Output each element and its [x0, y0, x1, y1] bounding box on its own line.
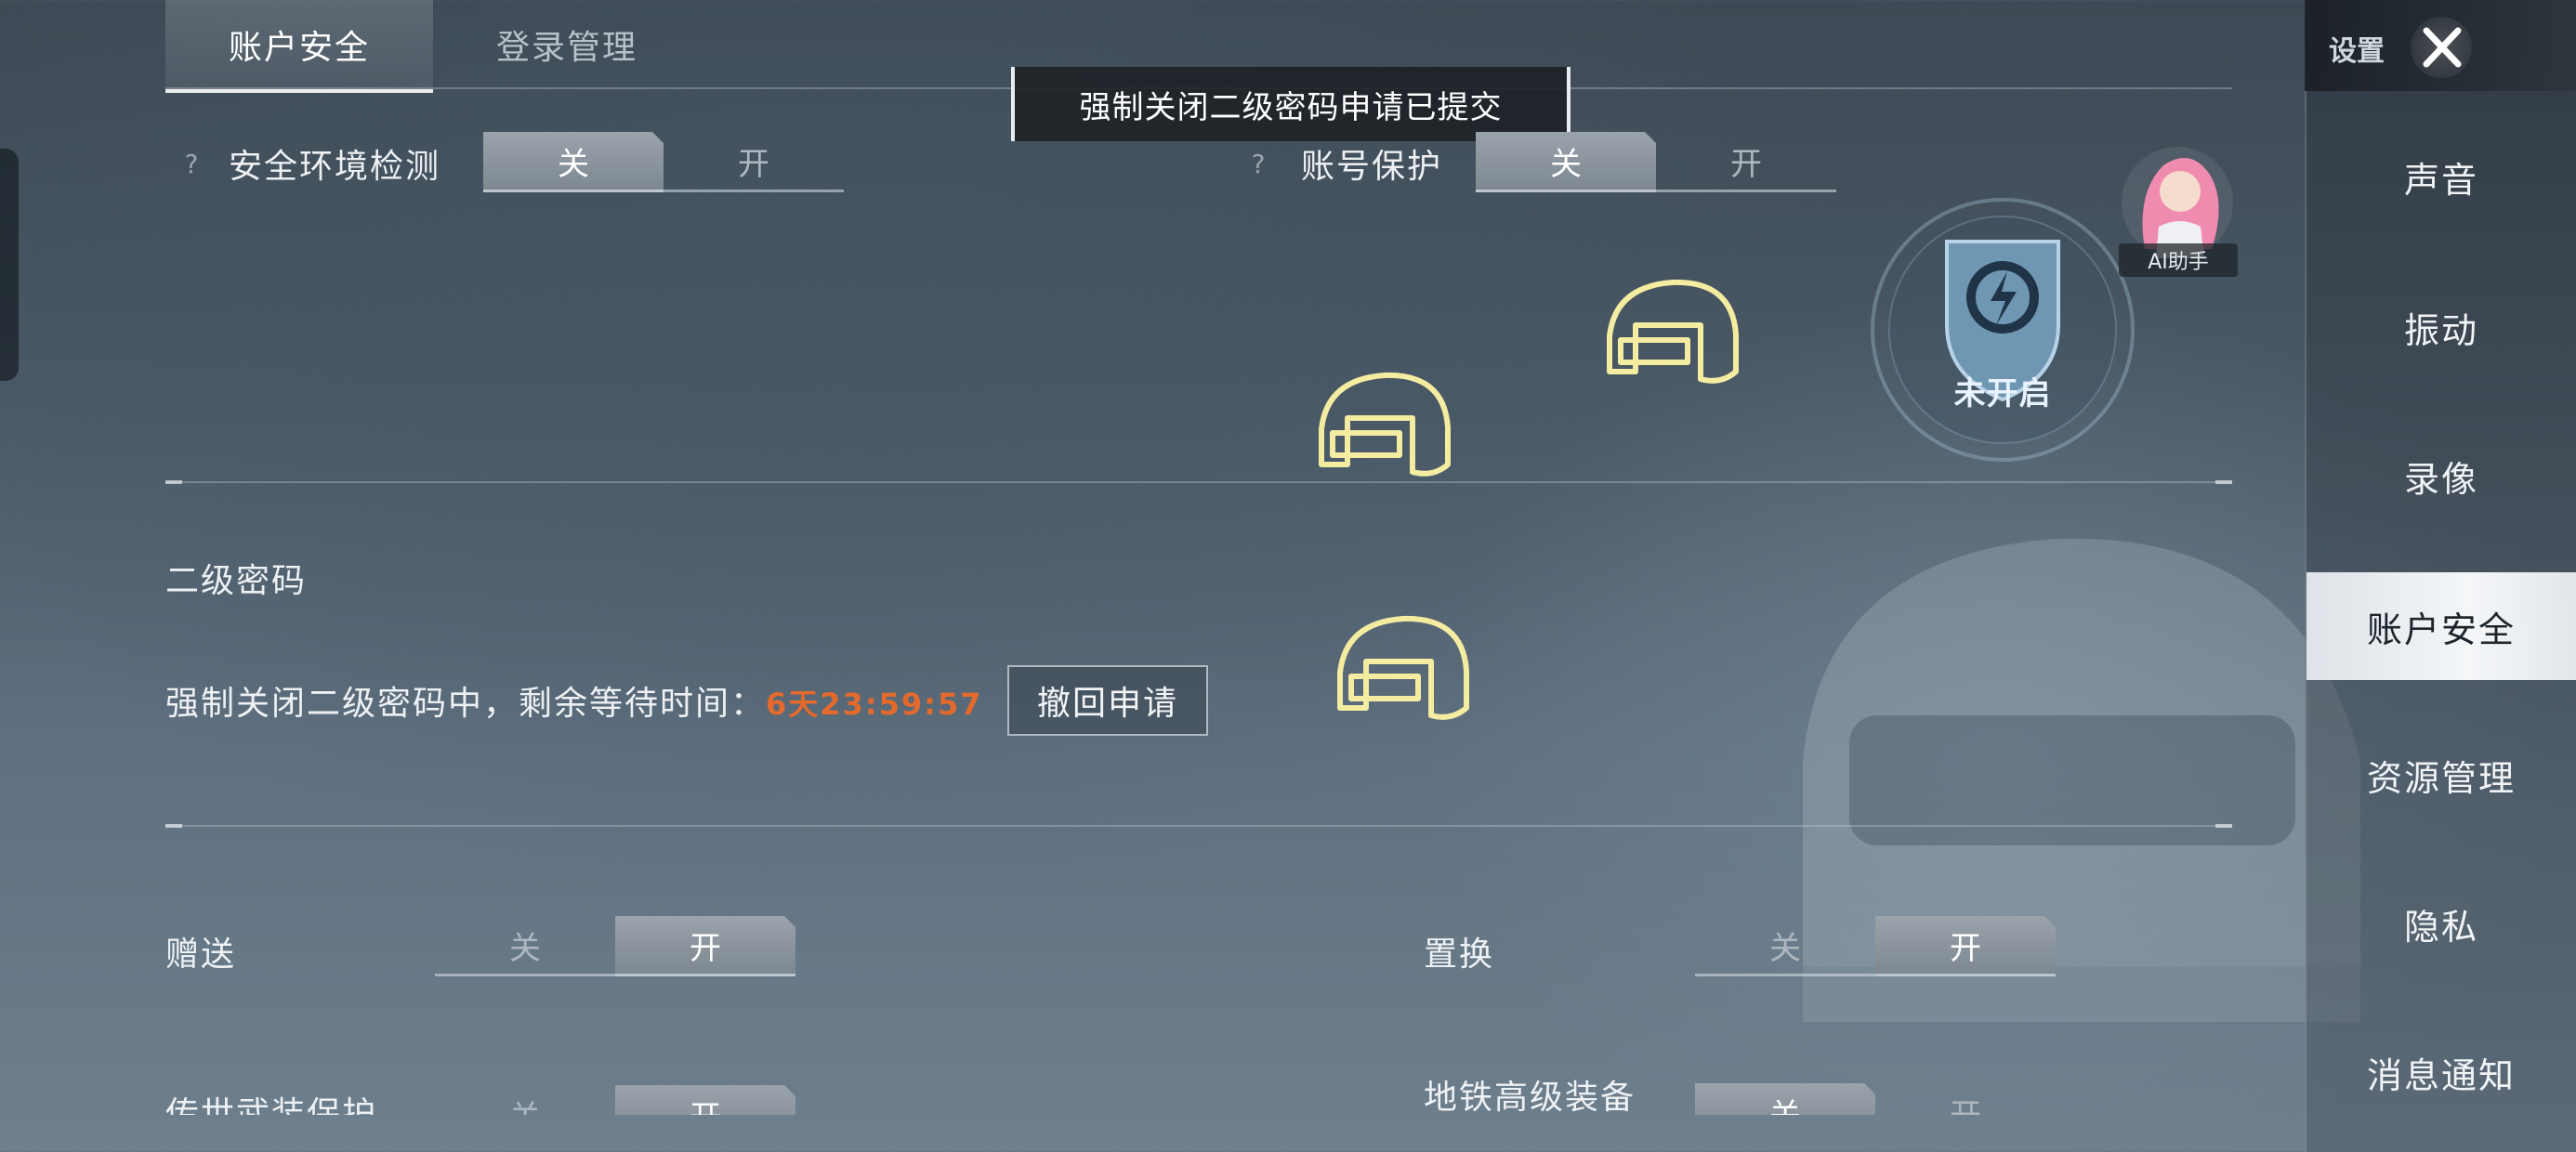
section-divider	[165, 824, 2232, 828]
helmet-icon	[1319, 372, 1451, 477]
toast-message: 强制关闭二级密码申请已提交	[1011, 67, 1571, 141]
toggle-on-option[interactable]: 开	[615, 916, 795, 976]
account-protect-label: 账号保护	[1301, 148, 1443, 186]
help-icon[interactable]: ?	[1240, 145, 1277, 182]
replace-toggle[interactable]: 关 开	[1695, 916, 2056, 977]
toggle-on-option[interactable]: 开	[1875, 1083, 2056, 1116]
sidebar-item-sound[interactable]: 声音	[2307, 123, 2576, 230]
replace-label: 置换	[1424, 936, 1495, 974]
toggle-on-option[interactable]: 开	[1656, 132, 1836, 192]
screen-notch	[0, 149, 19, 381]
sidebar-item-recording[interactable]: 录像	[2307, 422, 2576, 530]
tab-login-management[interactable]: 登录管理	[433, 0, 701, 89]
toggle-off-option[interactable]: 关	[1695, 1083, 1875, 1115]
toggle-on-option[interactable]: 开	[1875, 916, 2056, 976]
toggle-off-option[interactable]: 关	[1476, 132, 1656, 192]
toggle-off-option[interactable]: 关	[435, 1085, 615, 1116]
toggle-on-option[interactable]: 开	[615, 1085, 795, 1115]
sidebar-item-account-security[interactable]: 账户安全	[2307, 572, 2576, 680]
account-protect-toggle[interactable]: 关 开	[1476, 132, 1836, 193]
sidebar-item-resource-management[interactable]: 资源管理	[2307, 721, 2576, 829]
bottom-row-clip: 传世武装保护 关 开 关 开	[0, 1059, 2305, 1115]
sidebar-item-vibration[interactable]: 振动	[2307, 273, 2576, 381]
section-divider	[165, 480, 2232, 484]
tab-account-security[interactable]: 账户安全	[165, 0, 433, 93]
toggle-on-option[interactable]: 开	[664, 132, 844, 192]
countdown-timer: 6天23:59:57	[766, 687, 983, 722]
security-env-label: 安全环境检测	[229, 148, 441, 186]
close-button[interactable]	[2411, 17, 2472, 78]
toggle-off-option[interactable]: 关	[435, 916, 615, 976]
toggle-off-option[interactable]: 关	[1695, 916, 1875, 976]
secondary-password-status: 强制关闭二级密码中，剩余等待时间：6天23:59:57	[165, 676, 982, 725]
metro-gear-toggle[interactable]: 关 开	[1695, 1083, 2056, 1115]
ai-assistant-label[interactable]: AI助手	[2119, 243, 2238, 277]
settings-title: 设置	[2329, 35, 2385, 68]
gift-toggle[interactable]: 关 开	[435, 916, 795, 977]
metro-gear-label: 地铁高级装备	[1424, 1079, 1636, 1117]
legend-protect-label: 传世武装保护	[165, 1095, 378, 1115]
secondary-password-title: 二级密码	[165, 562, 308, 600]
sidebar-item-notifications[interactable]: 消息通知	[2307, 1018, 2576, 1126]
helmet-icon	[1607, 279, 1739, 384]
shield-badge-icon	[1871, 198, 2135, 462]
sidebar-item-privacy[interactable]: 隐私	[2307, 870, 2576, 977]
shield-status-label: 未开启	[1953, 375, 2052, 412]
withdraw-request-button[interactable]: 撤回申请	[1007, 665, 1208, 736]
toggle-off-option[interactable]: 关	[483, 132, 664, 192]
helmet-icon	[1337, 615, 1469, 720]
help-icon[interactable]: ?	[173, 145, 210, 182]
legend-protect-toggle[interactable]: 关 开	[435, 1085, 795, 1115]
security-env-toggle[interactable]: 关 开	[483, 132, 844, 193]
close-icon	[2423, 27, 2462, 68]
status-text: 强制关闭二级密码中，剩余等待时间：	[165, 685, 767, 723]
gift-label: 赠送	[165, 936, 237, 974]
